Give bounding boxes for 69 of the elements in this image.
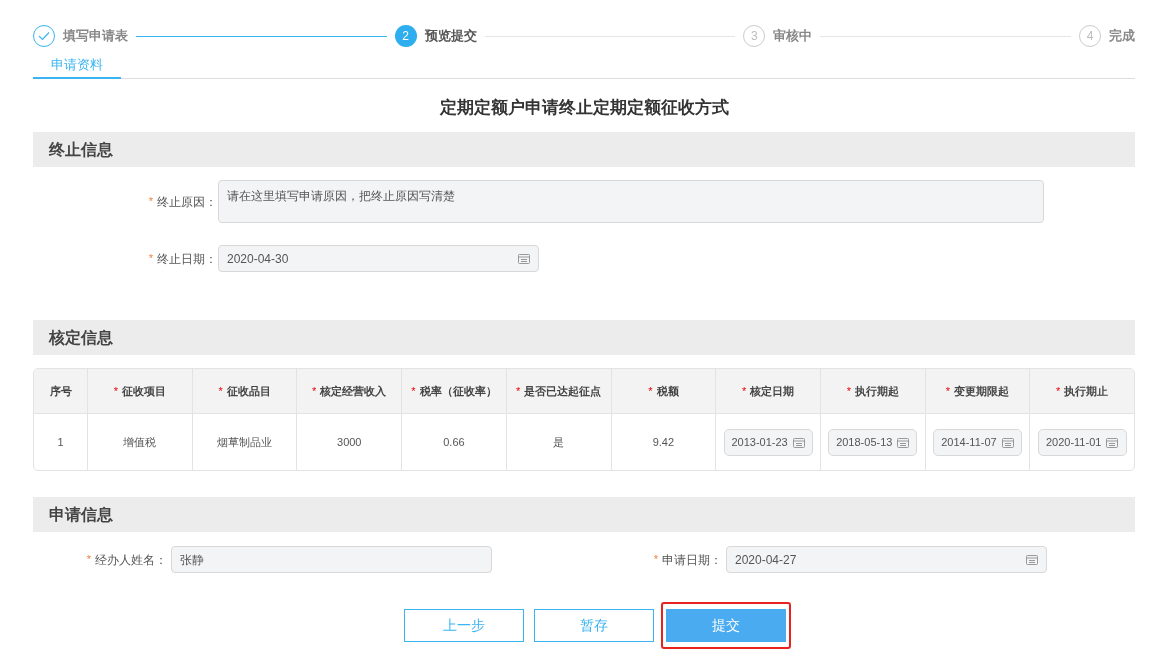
required-mark: * (945, 383, 951, 399)
date-value: 2014-11-07 (941, 434, 997, 450)
calendar-icon (1106, 436, 1119, 448)
step-label: 完成 (1109, 27, 1135, 46)
required-mark: * (218, 383, 223, 399)
section-header: 终止信息 (33, 132, 1135, 167)
date-field[interactable]: 2018-05-13 (828, 428, 918, 456)
field-value: 张静 (180, 551, 204, 569)
check-icon (38, 31, 50, 41)
required-mark: * (653, 552, 658, 568)
reason-field[interactable]: 请在这里填写申请原因，把终止原因写清楚 (218, 180, 1044, 223)
table-cell-text: 增值税 (123, 434, 157, 450)
column-header: 核定日期 (750, 383, 795, 399)
date-field[interactable]: 2014-11-07 (932, 428, 1022, 456)
date-value: 2018-05-13 (836, 434, 893, 450)
step-number: 4 (1086, 28, 1094, 45)
field-label: 经办人姓名： (95, 551, 167, 569)
date-field[interactable]: 2020-04-27 (726, 546, 1047, 573)
column-header: 核定经营收入 (320, 383, 387, 399)
required-mark: * (113, 383, 118, 399)
date-value: 2020-04-30 (227, 250, 289, 268)
required-mark: * (411, 383, 416, 399)
table-cell-text: 9.42 (652, 434, 675, 450)
date-field[interactable]: 2020-04-30 (218, 245, 539, 272)
name-field[interactable]: 张静 (171, 546, 492, 573)
step-label: 预览提交 (424, 27, 477, 46)
date-value: 2013-01-23 (731, 434, 788, 450)
column-header: 是否已达起征点 (524, 383, 602, 399)
required-mark: * (312, 383, 317, 399)
column-header: 税率（征收率） (419, 383, 497, 399)
calendar-icon (897, 436, 910, 448)
step-label: 填写申请表 (63, 27, 128, 46)
calendar-icon (518, 253, 530, 264)
table-cell-text: 3000 (337, 434, 362, 450)
date-field[interactable]: 2013-01-23 (723, 428, 813, 456)
column-header: 执行期起 (854, 383, 899, 399)
field-label: 终止原因： (157, 193, 217, 211)
column-header: 征收品目 (226, 383, 271, 399)
section-header: 申请信息 (33, 497, 1135, 532)
required-mark: * (846, 383, 851, 399)
required-mark: * (516, 383, 521, 399)
required-mark: * (1056, 383, 1061, 399)
column-header: 序号 (49, 383, 72, 399)
calendar-icon (1026, 554, 1038, 565)
page-title: 定期定额户申请终止定期定额征收方式 (438, 97, 730, 119)
field-label: 申请日期： (662, 551, 722, 569)
column-header: 执行期止 (1064, 383, 1109, 399)
step-label: 审核中 (773, 27, 813, 46)
column-header: 变更期限起 (954, 383, 1010, 399)
table-cell-text: 1 (57, 434, 64, 450)
section-header: 核定信息 (33, 320, 1135, 355)
required-mark: * (148, 251, 153, 267)
table-cell-text: 是 (553, 434, 565, 450)
required-mark: * (741, 383, 747, 399)
required-mark: * (86, 552, 91, 568)
required-mark: * (148, 194, 153, 210)
table-cell-text: 烟草制品业 (217, 434, 273, 450)
calendar-icon (792, 436, 805, 448)
table-cell-text: 0.66 (443, 434, 465, 450)
date-value: 2020-11-01 (1045, 434, 1102, 450)
date-value: 2020-04-27 (735, 551, 797, 569)
required-mark: * (648, 383, 653, 399)
column-header: 征收项目 (122, 383, 166, 399)
field-label: 终止日期： (157, 250, 217, 268)
date-field[interactable]: 2020-11-01 (1037, 428, 1127, 456)
column-header: 税额 (656, 383, 679, 399)
step-number: 3 (751, 28, 758, 45)
calendar-icon (1001, 436, 1014, 448)
step-number: 2 (402, 28, 409, 45)
